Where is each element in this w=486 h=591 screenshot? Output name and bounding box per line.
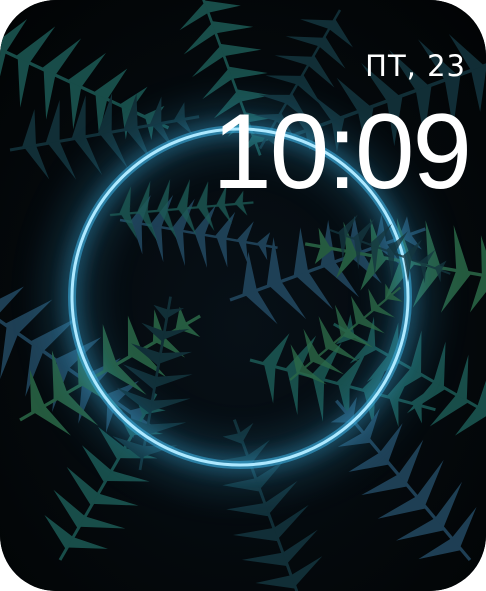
time-label: 10:09 [212,91,472,211]
wallpaper-neon-ring [0,0,486,591]
watch-face: ПТ, 23 10:09 [0,0,486,591]
date-label: ПТ, 23 [365,49,466,83]
